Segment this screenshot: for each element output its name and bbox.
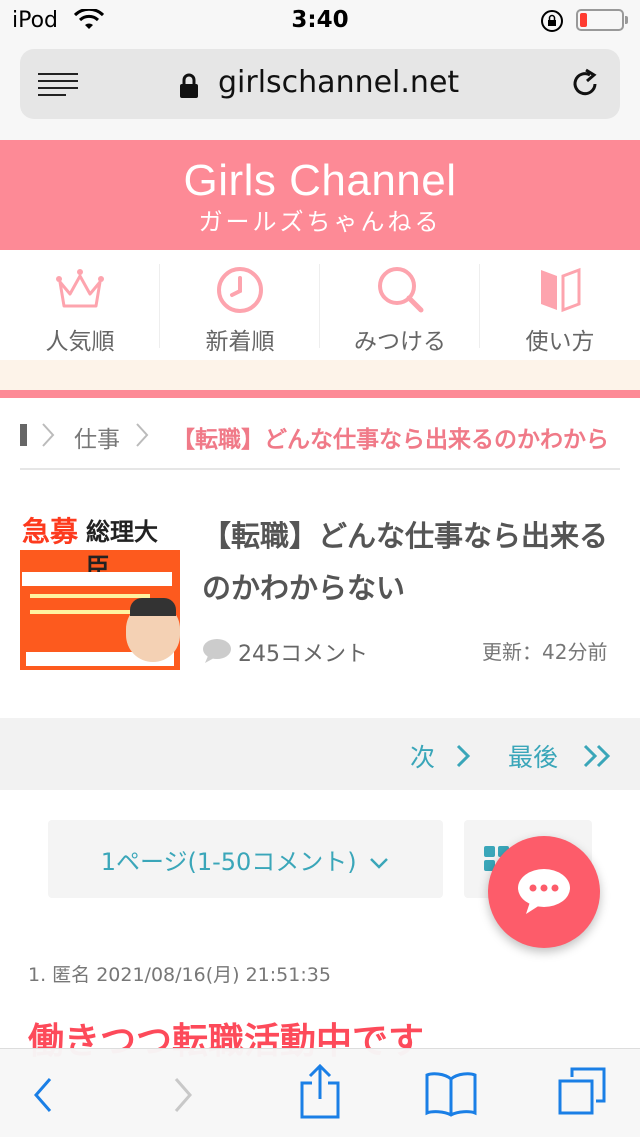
home-crumb-icon[interactable] <box>20 424 27 446</box>
nav-label-popular: 人気順 <box>45 329 115 355</box>
site-logo-subtitle: ガールズちゃんねる <box>198 208 442 236</box>
site-logo[interactable]: Girls Channel <box>0 156 640 206</box>
chat-bubble-icon <box>518 869 570 914</box>
nav-item-find[interactable]: みつける <box>320 250 480 360</box>
main-nav: 人気順 新着順 みつける 使い方 <box>0 250 640 360</box>
tabs-icon[interactable] <box>558 1067 608 1117</box>
updated-time: 更新：42分前 <box>482 640 608 664</box>
crown-icon <box>56 269 104 308</box>
comment-count: 245コメント <box>238 642 368 667</box>
page-select-dropdown[interactable]: 1ページ(1-50コメント) <box>48 820 443 898</box>
chevron-right-icon <box>42 423 55 447</box>
status-bar: iPod 3:40 <box>0 0 640 40</box>
breadcrumb: 仕事 【転職】どんな仕事なら出来るのかわから <box>0 398 640 470</box>
next-page-link[interactable]: 次 <box>410 738 435 774</box>
breadcrumb-current: 【転職】どんな仕事なら出来るのかわから <box>172 427 609 453</box>
site-header[interactable]: Girls Channel ガールズちゃんねる <box>0 140 640 250</box>
thumb-hair <box>130 598 176 616</box>
banner-strip <box>0 360 640 390</box>
orientation-lock-icon <box>541 10 563 32</box>
nav-item-popular[interactable]: 人気順 <box>0 250 160 360</box>
battery-icon <box>576 9 624 31</box>
nav-item-new[interactable]: 新着順 <box>160 250 320 360</box>
thumb-title-1: 急募 <box>22 515 79 548</box>
chevron-right-icon <box>136 423 149 447</box>
nav-label-find: みつける <box>354 329 446 355</box>
bookmarks-icon[interactable] <box>424 1071 478 1117</box>
forward-icon[interactable] <box>170 1075 196 1115</box>
back-icon[interactable] <box>30 1075 56 1115</box>
breadcrumb-category[interactable]: 仕事 <box>74 420 120 454</box>
url-domain[interactable]: girlschannel.net <box>218 65 459 100</box>
share-icon[interactable] <box>298 1063 342 1119</box>
pager: 次 最後 <box>0 718 640 790</box>
nav-label-new: 新着順 <box>205 329 275 355</box>
nav-label-howto: 使い方 <box>525 329 595 355</box>
topic-title[interactable]: 【転職】どんな仕事なら出来るのかわからない <box>202 510 627 614</box>
double-chevron-right-icon <box>583 744 611 768</box>
last-page-link[interactable]: 最後 <box>508 738 558 774</box>
comment-meta: 1. 匿名 2021/08/16(月) 21:51:35 <box>28 964 331 986</box>
battery-level <box>580 13 587 27</box>
reader-view-icon[interactable] <box>38 73 80 97</box>
thumb-stripe <box>30 610 130 614</box>
divider <box>20 468 620 470</box>
battery-tip <box>625 16 628 24</box>
browser-toolbar <box>0 1048 640 1137</box>
speech-bubble-icon <box>203 639 231 663</box>
search-icon <box>378 267 424 313</box>
chevron-right-icon <box>456 744 471 768</box>
thumb-stripe <box>30 594 150 598</box>
accent-divider <box>0 390 640 398</box>
book-icon <box>541 267 581 313</box>
page-select-value: 1ページ(1-50コメント) <box>100 848 357 876</box>
nav-item-howto[interactable]: 使い方 <box>480 250 640 360</box>
reload-icon[interactable] <box>568 67 602 101</box>
page-select-label: 1ページ(1-50コメント) <box>48 842 443 877</box>
post-comment-button[interactable] <box>488 836 600 948</box>
browser-chrome: girlschannel.net <box>0 40 640 140</box>
chevron-down-icon <box>370 858 389 869</box>
clock-icon <box>217 267 263 313</box>
padlock-icon <box>180 73 198 98</box>
thumb-stripe <box>22 572 172 586</box>
topic-thumbnail[interactable]: 急募 総理大臣 <box>20 510 180 670</box>
address-bar[interactable]: girlschannel.net <box>20 49 620 119</box>
